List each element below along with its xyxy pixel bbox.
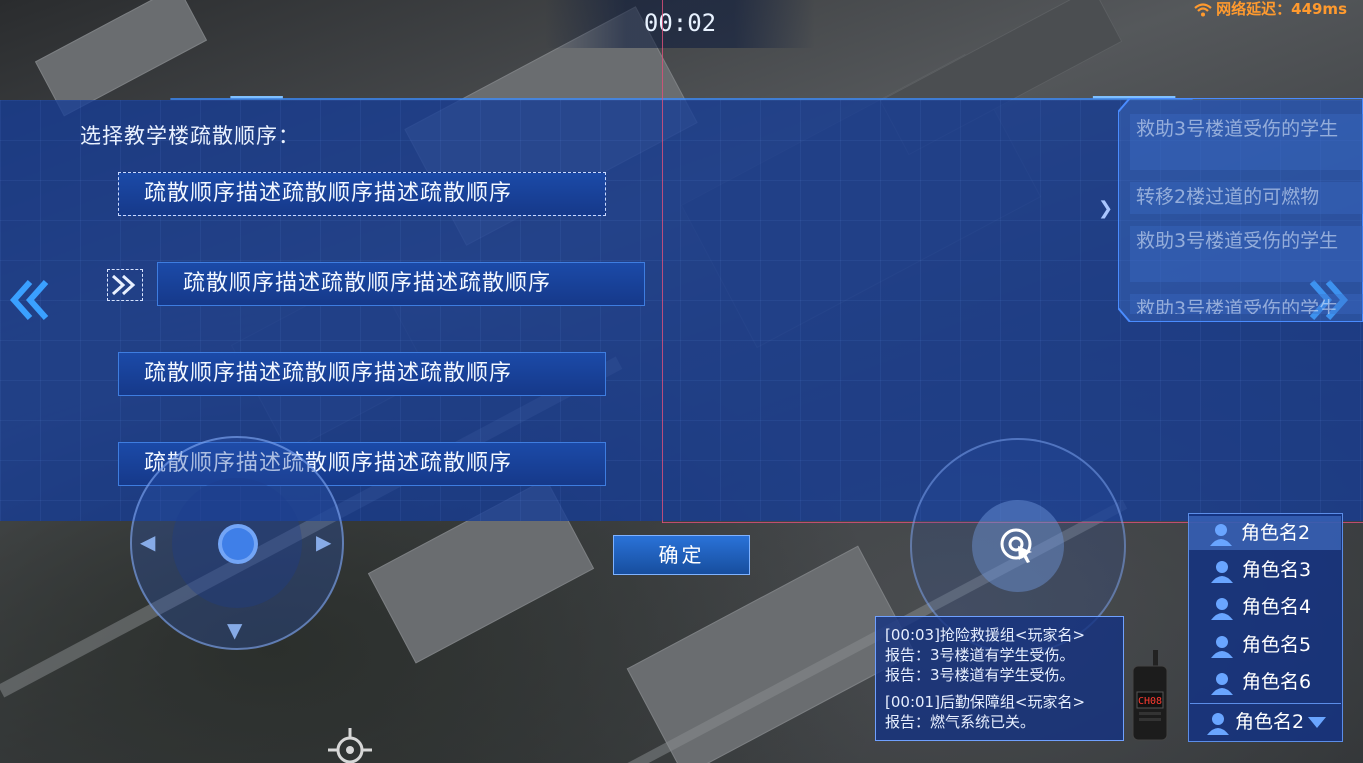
joystick-knob[interactable]	[218, 524, 258, 564]
confirm-button[interactable]: 确定	[613, 535, 750, 575]
chat-header: [00:03]抢险救援组<玩家名>	[885, 626, 1086, 644]
option-2[interactable]: 疏散顺序描述疏散顺序描述疏散顺序	[157, 262, 645, 306]
role-name: 角色名6	[1242, 671, 1312, 693]
user-icon	[1210, 523, 1232, 546]
chat-line: 报告：3号楼道有学生受伤。	[885, 646, 1075, 664]
latency-text: 网络延迟：449ms	[1216, 0, 1347, 18]
role-item[interactable]: 角色名5	[1210, 628, 1335, 662]
double-chevron-icon	[111, 274, 136, 296]
user-icon	[1211, 672, 1233, 695]
role-item-selected[interactable]: 角色名2	[1189, 516, 1341, 550]
selection-marker	[107, 269, 143, 301]
task-item[interactable]: 救助3号楼道受伤的学生	[1130, 294, 1363, 314]
wifi-icon	[1194, 2, 1212, 16]
role-name: 角色名5	[1242, 634, 1312, 656]
role-item[interactable]: 角色名3	[1210, 553, 1335, 587]
arrow-left-icon: ◀	[140, 530, 156, 554]
network-latency: 网络延迟：449ms	[1194, 0, 1347, 18]
target-button[interactable]	[972, 500, 1064, 592]
question-title: 选择教学楼疏散顺序：	[80, 124, 300, 148]
chat-log: [00:03]抢险救援组<玩家名> 报告：3号楼道有学生受伤。 报告：3号楼道有…	[875, 616, 1124, 741]
task-expand-icon[interactable]: ❯	[1098, 198, 1113, 219]
user-icon	[1207, 712, 1229, 735]
role-name: 角色名3	[1242, 559, 1312, 581]
task-item[interactable]: 救助3号楼道受伤的学生	[1130, 114, 1363, 170]
walkie-talkie-icon[interactable]: CH08	[1131, 650, 1169, 742]
user-icon	[1211, 635, 1233, 658]
role-item[interactable]: 角色名6	[1210, 665, 1335, 699]
task-item[interactable]: 转移2楼过道的可燃物	[1130, 182, 1363, 214]
arrow-down-icon: ▼	[227, 618, 243, 642]
target-cursor-icon	[1000, 528, 1032, 563]
page-prev-icon[interactable]	[8, 280, 52, 320]
match-timer: 00:02	[545, 0, 815, 48]
role-name: 角色名4	[1242, 596, 1312, 618]
dropdown-caret-icon	[1308, 717, 1327, 728]
user-icon	[1211, 597, 1233, 620]
role-item[interactable]: 角色名4	[1210, 590, 1335, 624]
radio-channel: CH08	[1138, 696, 1162, 707]
chat-line: 报告：燃气系统已关。	[885, 713, 1036, 731]
role-current-name: 角色名2	[1235, 711, 1305, 733]
chat-line: 报告：3号楼道有学生受伤。	[885, 666, 1075, 684]
role-dropdown[interactable]: 角色名2	[1190, 703, 1341, 740]
arrow-right-icon: ▶	[316, 530, 332, 554]
option-1[interactable]: 疏散顺序描述疏散顺序描述疏散顺序	[118, 172, 606, 216]
option-3[interactable]: 疏散顺序描述疏散顺序描述疏散顺序	[118, 352, 606, 396]
chat-header: [00:01]后勤保障组<玩家名>	[885, 693, 1086, 711]
guide-line-vertical	[662, 0, 663, 523]
task-item[interactable]: 救助3号楼道受伤的学生	[1130, 226, 1363, 282]
crosshair-icon	[328, 728, 372, 763]
role-name: 角色名2	[1241, 522, 1311, 544]
user-icon	[1211, 560, 1233, 583]
